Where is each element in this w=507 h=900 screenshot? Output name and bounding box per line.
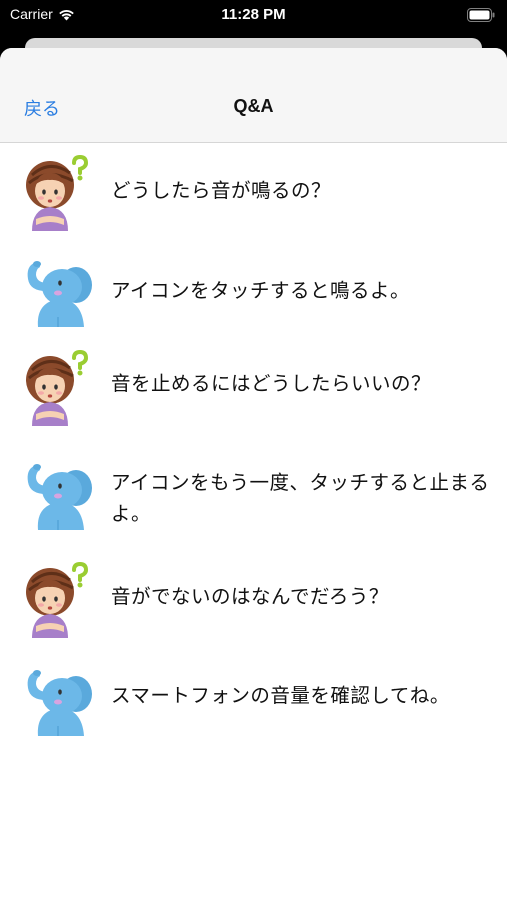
list-item: どうしたら音が鳴るの？ xyxy=(0,143,507,243)
answer-text: アイコンをもう一度、タッチすると止まるよ。 xyxy=(111,471,490,525)
woman-question-icon xyxy=(18,562,94,638)
elephant-icon xyxy=(18,454,94,530)
list-item: スマートフォンの音量を確認してね。 xyxy=(0,648,507,748)
elephant-icon xyxy=(18,660,94,736)
question-text: どうしたら音が鳴るの？ xyxy=(111,179,332,202)
elephant-icon xyxy=(18,251,94,327)
woman-question-icon xyxy=(18,155,94,231)
answer-text: スマートフォンの音量を確認してね。 xyxy=(111,684,450,707)
question-text: 音がでないのはなんでだろう？ xyxy=(111,585,389,608)
qa-sheet: 戻る Q&A どうしたら音が鳴るの？ アイコンをタッチすると鳴るよ。 音を止める… xyxy=(0,48,507,900)
status-bar: Carrier 11:28 PM xyxy=(0,0,507,30)
navigation-bar: 戻る Q&A xyxy=(0,48,507,143)
question-text: 音を止めるにはどうしたらいいの？ xyxy=(111,372,432,395)
status-time: 11:28 PM xyxy=(221,6,286,23)
battery-icon xyxy=(467,8,495,22)
answer-text: アイコンをタッチすると鳴るよ。 xyxy=(111,279,411,302)
list-item: アイコンをタッチすると鳴るよ。 xyxy=(0,243,507,338)
list-item: アイコンをもう一度、タッチすると止まるよ。 xyxy=(0,438,507,548)
list-item: 音を止めるにはどうしたらいいの？ xyxy=(0,338,507,438)
list-item: 音がでないのはなんでだろう？ xyxy=(0,548,507,648)
page-title: Q&A xyxy=(233,96,274,116)
woman-question-icon xyxy=(18,350,94,426)
